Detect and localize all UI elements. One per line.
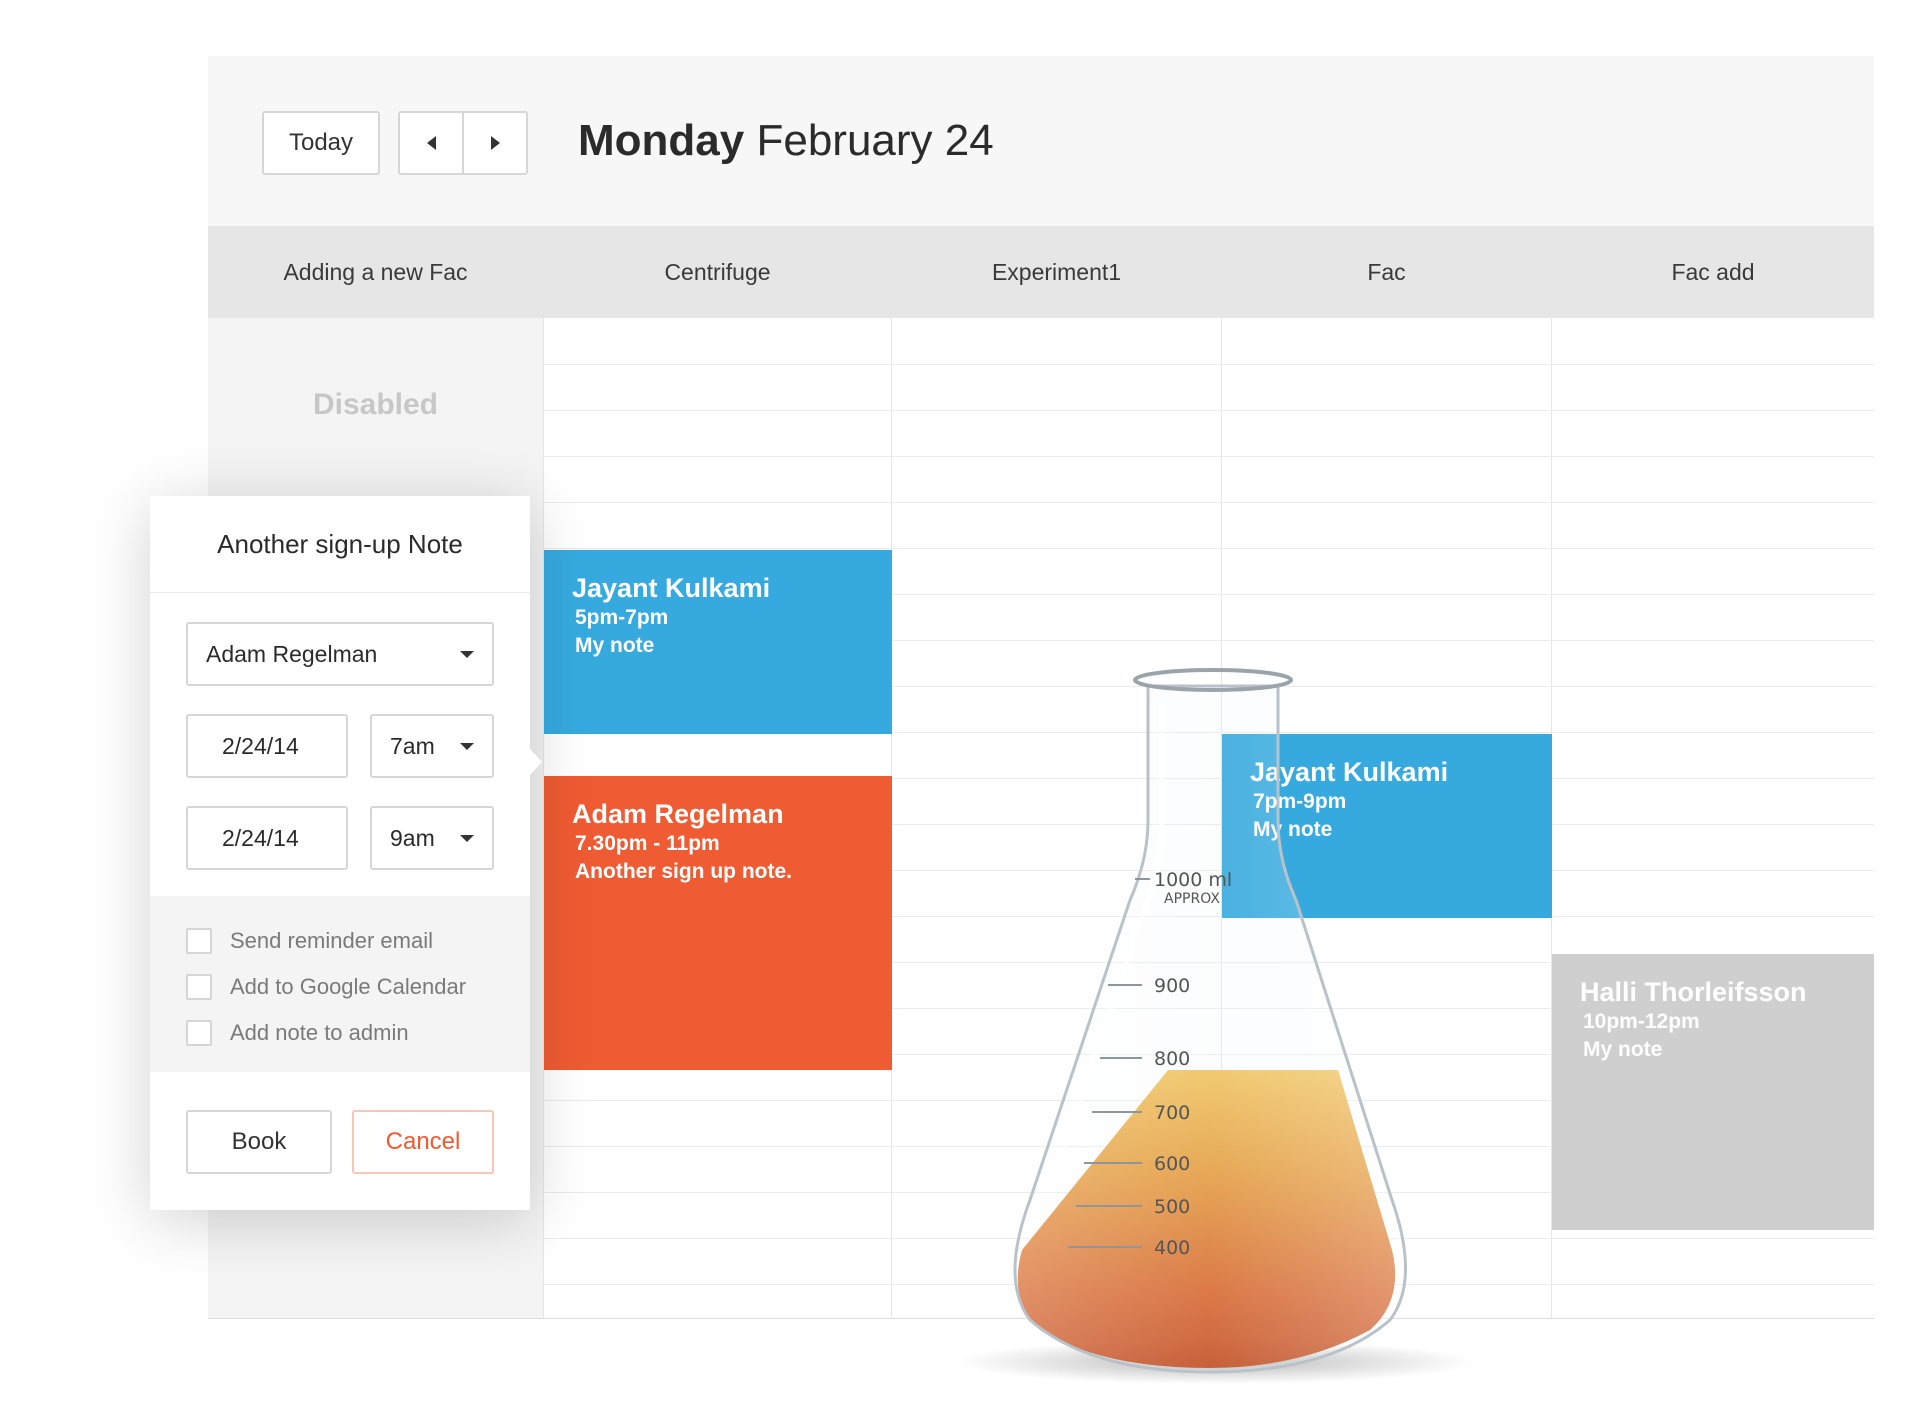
event-block[interactable]: Jayant Kulkami 7pm-9pm My note	[1222, 734, 1552, 918]
time-slot-line	[544, 548, 1874, 549]
end-date-value: 2/24/14	[222, 824, 299, 851]
book-button[interactable]: Book	[186, 1110, 332, 1174]
previous-day-button[interactable]	[398, 111, 464, 175]
event-time: 7pm-9pm	[1253, 790, 1347, 813]
send-reminder-checkbox[interactable]	[186, 928, 212, 954]
start-time-value: 7am	[390, 732, 435, 759]
booking-popover: Another sign-up Note Adam Regelman 2/24/…	[150, 496, 542, 1210]
send-reminder-label: Send reminder email	[230, 928, 433, 953]
column-header[interactable]: Fac add	[1552, 226, 1874, 318]
event-block[interactable]: Halli Thorleifsson 10pm-12pm My note	[1552, 954, 1874, 1230]
time-slot-line	[544, 1284, 1874, 1285]
event-block[interactable]: Adam Regelman 7.30pm - 11pm Another sign…	[544, 776, 892, 1070]
start-time-select[interactable]: 7am	[370, 714, 494, 778]
start-date-value: 2/24/14	[222, 732, 299, 759]
time-slot-line	[544, 456, 1874, 457]
note-admin-checkbox[interactable]	[186, 1020, 212, 1046]
end-time-select[interactable]: 9am	[370, 806, 494, 870]
column-header[interactable]: Adding a new Fac	[208, 226, 543, 318]
event-time: 5pm-7pm	[575, 606, 669, 629]
event-time: 10pm-12pm	[1583, 1010, 1700, 1033]
date-weekday: Monday	[578, 116, 745, 165]
calendar-toolbar: Today Monday February 24	[208, 56, 1874, 226]
start-date-field[interactable]: 2/24/14	[186, 714, 348, 778]
note-admin-option[interactable]: Add note to admin	[186, 1018, 409, 1048]
time-slot-line	[544, 364, 1874, 365]
cancel-button[interactable]: Cancel	[352, 1110, 494, 1174]
event-name: Halli Thorleifsson	[1580, 977, 1807, 1007]
send-reminder-option[interactable]: Send reminder email	[186, 926, 433, 956]
event-note: Another sign up note.	[575, 860, 792, 883]
chevron-down-icon	[460, 743, 474, 750]
event-name: Jayant Kulkami	[572, 573, 771, 603]
options-section: Send reminder email Add to Google Calend…	[150, 896, 530, 1072]
time-slot-line	[544, 410, 1874, 411]
chevron-down-icon	[460, 651, 474, 658]
caret-right-icon	[490, 136, 500, 150]
event-note: My note	[1253, 818, 1333, 841]
chevron-down-icon	[460, 835, 474, 842]
user-select[interactable]: Adam Regelman	[186, 622, 494, 686]
today-button[interactable]: Today	[262, 111, 380, 175]
end-date-field[interactable]: 2/24/14	[186, 806, 348, 870]
current-date-title: Monday February 24	[578, 116, 994, 166]
event-block[interactable]: Jayant Kulkami 5pm-7pm My note	[544, 550, 892, 734]
popover-caret	[529, 748, 542, 776]
flask-shadow	[955, 1340, 1475, 1384]
time-slot-line	[544, 1238, 1874, 1239]
google-calendar-checkbox[interactable]	[186, 974, 212, 1000]
event-note: My note	[1583, 1038, 1663, 1061]
popover-title: Another sign-up Note	[150, 496, 530, 593]
event-name: Adam Regelman	[572, 799, 784, 829]
column-header[interactable]: Experiment1	[892, 226, 1221, 318]
google-calendar-option[interactable]: Add to Google Calendar	[186, 972, 466, 1002]
event-time: 7.30pm - 11pm	[575, 832, 720, 855]
end-time-value: 9am	[390, 824, 435, 851]
disabled-label: Disabled	[312, 388, 439, 421]
next-day-button[interactable]	[462, 111, 528, 175]
time-slot-line	[544, 502, 1874, 503]
date-month-day: February 24	[756, 116, 994, 165]
user-select-value: Adam Regelman	[206, 640, 378, 667]
event-name: Jayant Kulkami	[1250, 757, 1449, 787]
caret-left-icon	[426, 136, 436, 150]
event-note: My note	[575, 634, 655, 657]
column-header[interactable]: Fac	[1222, 226, 1551, 318]
note-admin-label: Add note to admin	[230, 1020, 409, 1045]
google-calendar-label: Add to Google Calendar	[230, 974, 467, 999]
column-header[interactable]: Centrifuge	[544, 226, 891, 318]
